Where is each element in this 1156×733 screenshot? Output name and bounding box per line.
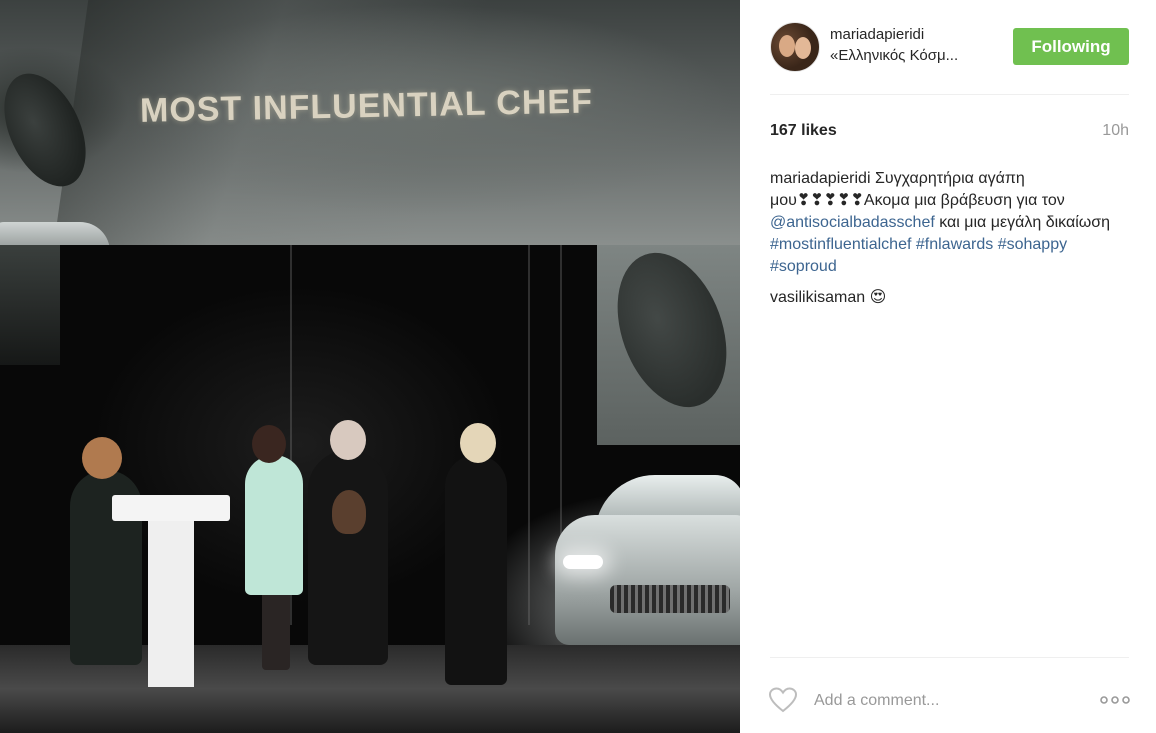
caption-text: και μια μεγάλη δικαίωση [934, 214, 1111, 231]
post-photo[interactable]: MOST INFLUENTIAL CHEF [0, 0, 740, 733]
username-link[interactable]: mariadapieridi [830, 26, 924, 43]
hashtag-link[interactable]: #fnlawards [916, 236, 993, 253]
hashtag-link[interactable]: #soproud [770, 258, 837, 275]
person [308, 450, 388, 665]
mention-link[interactable]: @antisocialbadasschef [770, 214, 935, 231]
avatar[interactable] [770, 22, 820, 72]
divider [770, 657, 1129, 658]
post-caption: mariadapieridi Συγχαρητήρια αγάπη μου❣❣❣… [770, 168, 1115, 278]
car [555, 475, 740, 675]
post-sidebar: mariadapieridi «Ελληνικός Κόσμ... Follow… [740, 0, 1156, 733]
post-time[interactable]: 10h [1102, 122, 1129, 140]
heart-icon[interactable] [768, 686, 798, 714]
likes-count[interactable]: 167 likes [770, 122, 837, 140]
person [245, 455, 303, 595]
post-header: mariadapieridi «Ελληνικός Κόσμ... Follow… [770, 20, 1129, 74]
photo-bottom-panel [0, 237, 740, 733]
location-link[interactable]: «Ελληνικός Κόσμ... [830, 47, 958, 64]
comment-username[interactable]: vasilikisaman [770, 289, 865, 306]
divider [770, 94, 1129, 95]
hashtag-link[interactable]: #sohappy [998, 236, 1067, 253]
podium [112, 495, 230, 687]
comment-text: 😍 [869, 289, 887, 306]
hashtag-link[interactable]: #mostinfluentialchef [770, 236, 911, 253]
comment: vasilikisaman 😍 [770, 287, 886, 307]
photo-top-panel: MOST INFLUENTIAL CHEF [0, 0, 740, 280]
more-options-icon[interactable] [1099, 690, 1131, 710]
comment-input[interactable] [812, 686, 1086, 716]
person [445, 455, 507, 685]
award-plaque [332, 490, 366, 534]
caption-username[interactable]: mariadapieridi [770, 170, 871, 187]
following-button[interactable]: Following [1013, 28, 1129, 65]
